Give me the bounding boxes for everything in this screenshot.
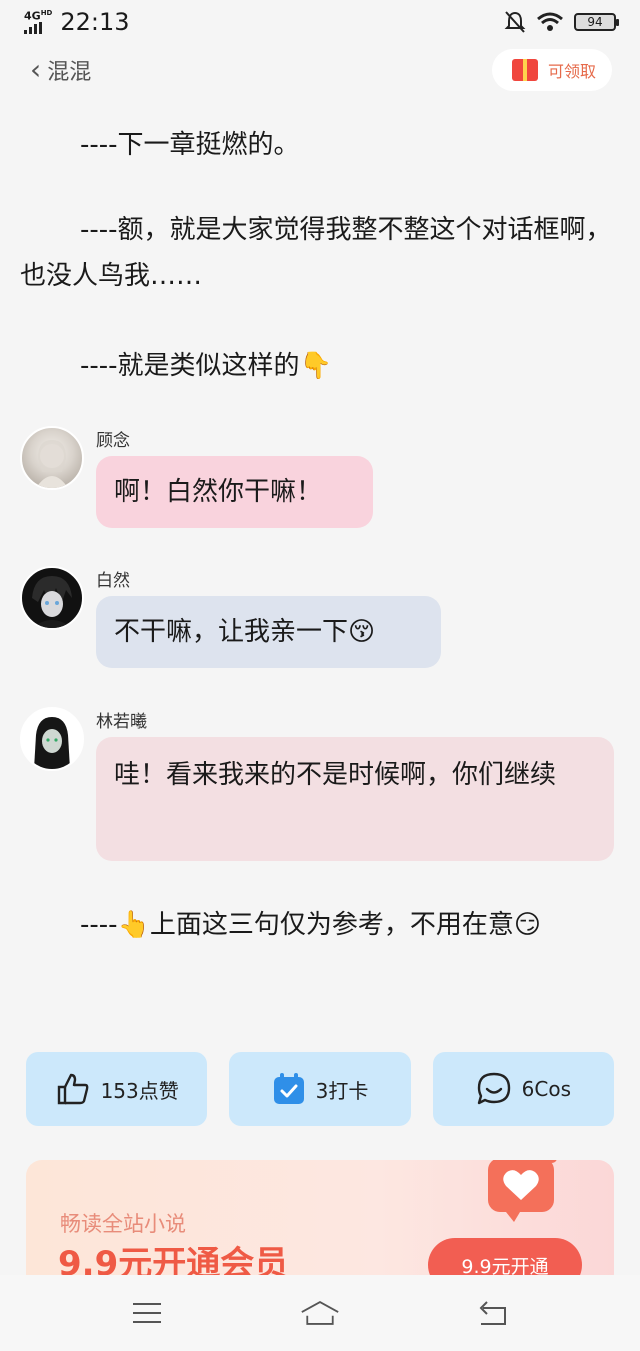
cos-count: 6Cos <box>521 1077 571 1101</box>
avatar[interactable] <box>20 707 84 771</box>
avatar[interactable] <box>20 426 84 490</box>
clock: 22:13 <box>60 8 130 36</box>
avatar[interactable] <box>20 566 84 630</box>
checkin-button[interactable]: 3打卡 <box>229 1052 411 1126</box>
claim-reward-button[interactable]: 可领取 <box>491 49 612 91</box>
back-button[interactable]: ‹ 混混 <box>30 54 91 86</box>
network-indicator: 4GHD <box>24 8 52 36</box>
chevron-left-icon: ‹ <box>30 53 42 86</box>
system-nav-bar <box>0 1275 640 1351</box>
status-bar: 4GHD 22:13 94 <box>0 0 640 44</box>
home-icon <box>301 1301 339 1325</box>
vip-promo-banner[interactable]: 畅读全站小说 9.9元开通会员 9.9元开通 <box>26 1160 614 1290</box>
back-nav-button[interactable] <box>473 1298 513 1328</box>
cos-button[interactable]: 6Cos <box>432 1052 614 1126</box>
back-arrow-icon <box>479 1301 507 1325</box>
calendar-check-icon <box>273 1073 304 1104</box>
wifi-icon <box>537 12 563 31</box>
back-label: 混混 <box>47 60 92 85</box>
bell-muted-icon <box>504 11 526 33</box>
chat-bubble-icon <box>477 1072 510 1105</box>
menu-button[interactable] <box>127 1298 167 1328</box>
paragraph-closing: ----👆上面这三句仅为参考，不用在意😏 <box>80 910 542 940</box>
message-bubble: 哇！看来我来的不是时候啊，你们继续 <box>96 737 614 861</box>
chat-name: 林若曦 <box>96 712 147 732</box>
menu-icon <box>132 1303 161 1323</box>
paragraph-1: ----下一章挺燃的。 <box>80 130 300 160</box>
claim-label: 可领取 <box>547 62 596 81</box>
chat-name: 顾念 <box>96 431 130 451</box>
nav-bar: ‹ 混混 可领取 <box>0 44 640 96</box>
battery-indicator: 94 <box>574 13 619 31</box>
promo-subtitle: 畅读全站小说 <box>60 1212 186 1236</box>
message-bubble: 不干嘛，让我亲一下😚 <box>96 596 441 668</box>
paragraph-3: ----就是类似这样的👇 <box>80 351 332 381</box>
like-button[interactable]: 153点赞 <box>26 1052 208 1126</box>
chat-message: 白然 不干嘛，让我亲一下😚 <box>20 566 620 676</box>
action-bar: 153点赞 3打卡 6Cos <box>26 1052 614 1126</box>
checkin-count: 3打卡 <box>315 1078 369 1103</box>
chat-message: 林若曦 哇！看来我来的不是时候啊，你们继续 <box>20 707 620 867</box>
message-bubble: 啊！白然你干嘛！ <box>96 456 373 528</box>
like-count: 153点赞 <box>100 1078 179 1103</box>
chat-message: 顾念 啊！白然你干嘛！ <box>20 426 620 536</box>
message-text: 不干嘛，让我亲一下😚 <box>114 617 376 647</box>
signal-icon <box>24 21 42 34</box>
chat-name: 白然 <box>96 571 130 591</box>
message-text: 啊！白然你干嘛！ <box>114 477 323 507</box>
paragraph-2: ----额，就是大家觉得我整不整这个对话框啊，也没人鸟我…… <box>20 215 612 291</box>
gift-icon <box>511 59 538 81</box>
home-button[interactable] <box>300 1298 340 1328</box>
heart-icon <box>488 1160 557 1222</box>
thumbs-up-icon <box>57 1073 89 1105</box>
message-text: 哇！看来我来的不是时候啊，你们继续 <box>114 760 557 790</box>
